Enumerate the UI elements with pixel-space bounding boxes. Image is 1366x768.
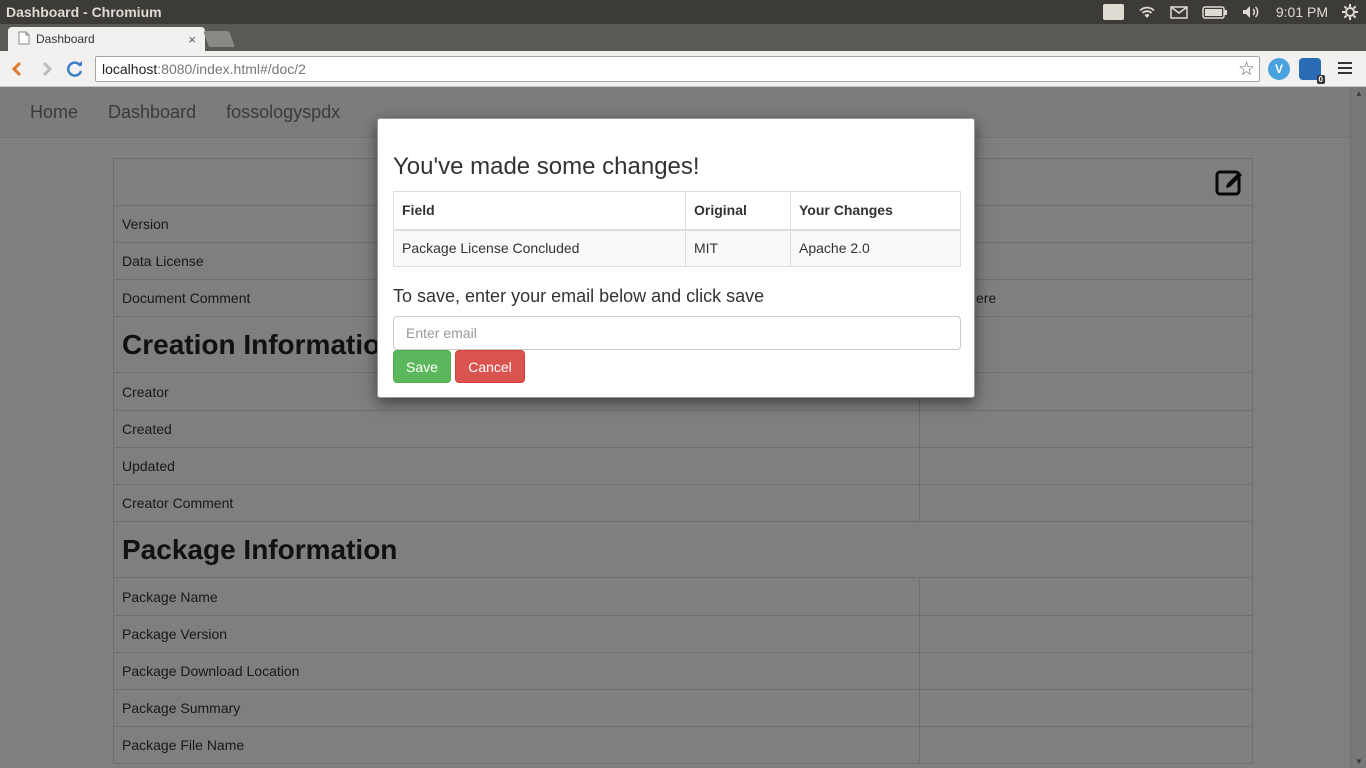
battery-icon[interactable] <box>1202 5 1228 19</box>
bookmark-star-icon[interactable]: ☆ <box>1238 58 1255 81</box>
back-arrow-icon <box>11 61 22 77</box>
system-tray: En 9:01 PM <box>1089 0 1366 24</box>
forward-arrow-icon <box>42 61 53 77</box>
table-row: Package License Concluded MIT Apache 2.0 <box>393 229 961 267</box>
forward-button[interactable] <box>35 57 59 81</box>
save-button[interactable]: Save <box>393 350 451 383</box>
url-path: :8080/index.html#/doc/2 <box>157 61 306 77</box>
wifi-icon[interactable] <box>1138 5 1156 19</box>
cancel-button[interactable]: Cancel <box>455 350 525 383</box>
column-header-field: Field <box>393 191 686 231</box>
change-new-value: Apache 2.0 <box>790 229 961 267</box>
changes-modal: You've made some changes! Field Original… <box>377 118 975 398</box>
change-field: Package License Concluded <box>393 229 686 267</box>
column-header-changes: Your Changes <box>790 191 961 231</box>
tab-strip: Dashboard × <box>0 24 1366 51</box>
address-bar[interactable]: localhost:8080/index.html#/doc/2 ☆ <box>95 56 1260 82</box>
browser-toolbar: localhost:8080/index.html#/doc/2 ☆ V 0 <box>0 51 1366 87</box>
change-original: MIT <box>685 229 791 267</box>
reload-button[interactable] <box>63 57 87 81</box>
extension-ghost-icon[interactable]: 0 <box>1299 58 1325 84</box>
clock[interactable]: 9:01 PM <box>1276 4 1328 20</box>
reload-icon <box>67 61 83 77</box>
mail-icon[interactable] <box>1170 5 1188 19</box>
modal-buttons: Save Cancel <box>393 350 959 383</box>
tab-title: Dashboard <box>36 32 95 46</box>
keyboard-layout-indicator[interactable]: En <box>1102 4 1124 20</box>
changes-table: Field Original Your Changes Package Lice… <box>393 191 961 267</box>
email-field[interactable] <box>393 316 961 350</box>
save-prompt: To save, enter your email below and clic… <box>393 286 765 306</box>
back-button[interactable] <box>5 57 29 81</box>
changes-header-row: Field Original Your Changes <box>393 191 961 231</box>
column-header-original: Original <box>685 191 791 231</box>
new-tab-button[interactable] <box>203 31 235 47</box>
volume-icon[interactable] <box>1242 5 1262 19</box>
browser-menu-icon[interactable] <box>1338 62 1352 76</box>
settings-gear-icon[interactable] <box>1342 4 1358 20</box>
window-title: Dashboard - Chromium <box>6 4 162 20</box>
tab-close-icon[interactable]: × <box>188 32 196 47</box>
page-favicon-icon <box>18 31 30 48</box>
extension-v-icon[interactable]: V <box>1268 58 1290 80</box>
modal-title: You've made some changes! <box>393 153 700 180</box>
extension-badge: 0 <box>1316 75 1325 84</box>
browser-tab[interactable]: Dashboard × <box>8 27 205 51</box>
url-host: localhost <box>102 61 158 77</box>
os-top-bar: Dashboard - Chromium En 9:01 PM <box>0 0 1366 24</box>
